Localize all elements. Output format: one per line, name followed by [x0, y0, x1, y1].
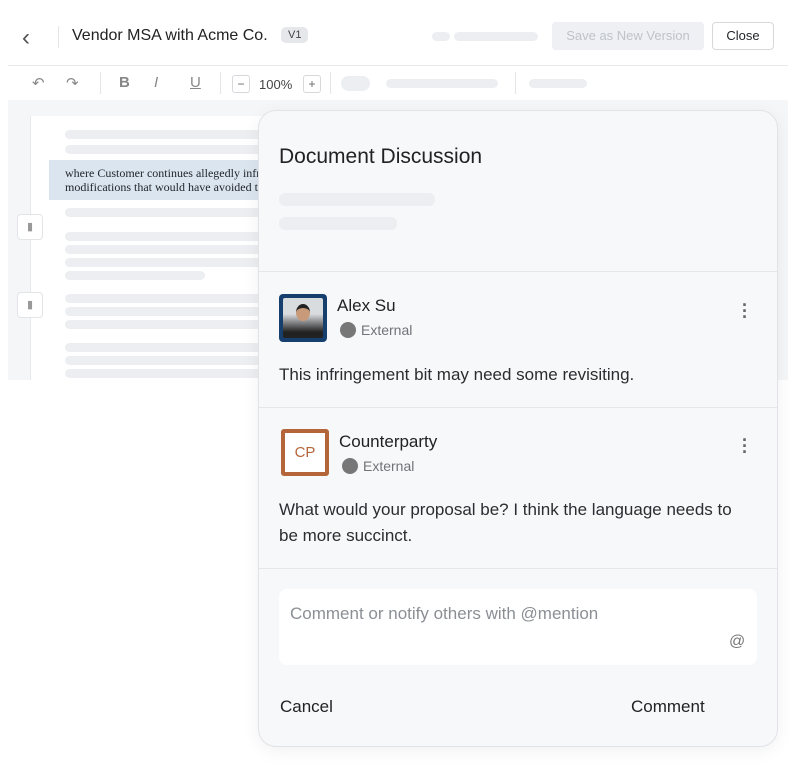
comment-author: Alex Su [337, 296, 396, 315]
version-badge: V1 [281, 27, 309, 43]
author-role: External [361, 322, 413, 338]
panel-title: Document Discussion [279, 145, 483, 168]
placeholder [529, 79, 587, 88]
undo-icon[interactable]: ↶ [32, 74, 45, 92]
comment-text: What would your proposal be? I think the… [279, 500, 732, 545]
comment-marker-icon[interactable]: ▮ [17, 214, 43, 240]
comment-button[interactable]: Comment [631, 697, 705, 717]
avatar: CP [281, 429, 329, 476]
input-placeholder: Comment or notify others with @mention [290, 604, 599, 623]
comment-input[interactable]: Comment or notify others with @mention @ [279, 589, 757, 665]
comment-text: This infringement bit may need some revi… [279, 365, 635, 384]
more-options-icon[interactable]: · · · [740, 296, 750, 326]
document-title: Vendor MSA with Acme Co. [72, 27, 268, 44]
more-options-icon[interactable]: · · · [740, 431, 750, 461]
placeholder [454, 32, 538, 41]
comment-author: Counterparty [339, 432, 438, 451]
zoom-out-button[interactable]: − [232, 75, 250, 93]
mention-icon[interactable]: @ [729, 633, 745, 651]
zoom-level: 100% [259, 77, 293, 92]
save-as-new-version-button[interactable]: Save as New Version [552, 22, 704, 50]
highlighted-text[interactable]: where Customer continues allegedly infri… [49, 160, 269, 200]
text-line: where Customer continues allegedly infri… [65, 166, 269, 180]
globe-icon [342, 458, 358, 474]
avatar [279, 294, 327, 342]
comment-marker-icon[interactable]: ▮ [17, 292, 43, 318]
close-button[interactable]: Close [712, 22, 774, 50]
comment-item: Alex Su External · · · This infringement b… [259, 271, 777, 407]
italic-button[interactable]: I [154, 74, 158, 91]
underline-button[interactable]: U [190, 74, 201, 91]
divider [58, 26, 59, 48]
bold-button[interactable]: B [119, 74, 130, 91]
comment-item: CP Counterparty External · · · What would … [259, 407, 777, 568]
cancel-button[interactable]: Cancel [280, 697, 333, 717]
redo-icon[interactable]: ↷ [66, 74, 79, 92]
back-chevron-icon[interactable]: ‹ [22, 24, 30, 52]
placeholder [432, 32, 450, 41]
discussion-panel: Document Discussion Alex Su External · · ·… [258, 110, 778, 747]
toggle[interactable] [341, 76, 370, 91]
zoom-in-button[interactable]: + [303, 75, 321, 93]
globe-icon [340, 322, 356, 338]
author-role: External [363, 458, 415, 474]
text-line: modifications that would have avoided th… [65, 180, 269, 194]
placeholder [386, 79, 498, 88]
